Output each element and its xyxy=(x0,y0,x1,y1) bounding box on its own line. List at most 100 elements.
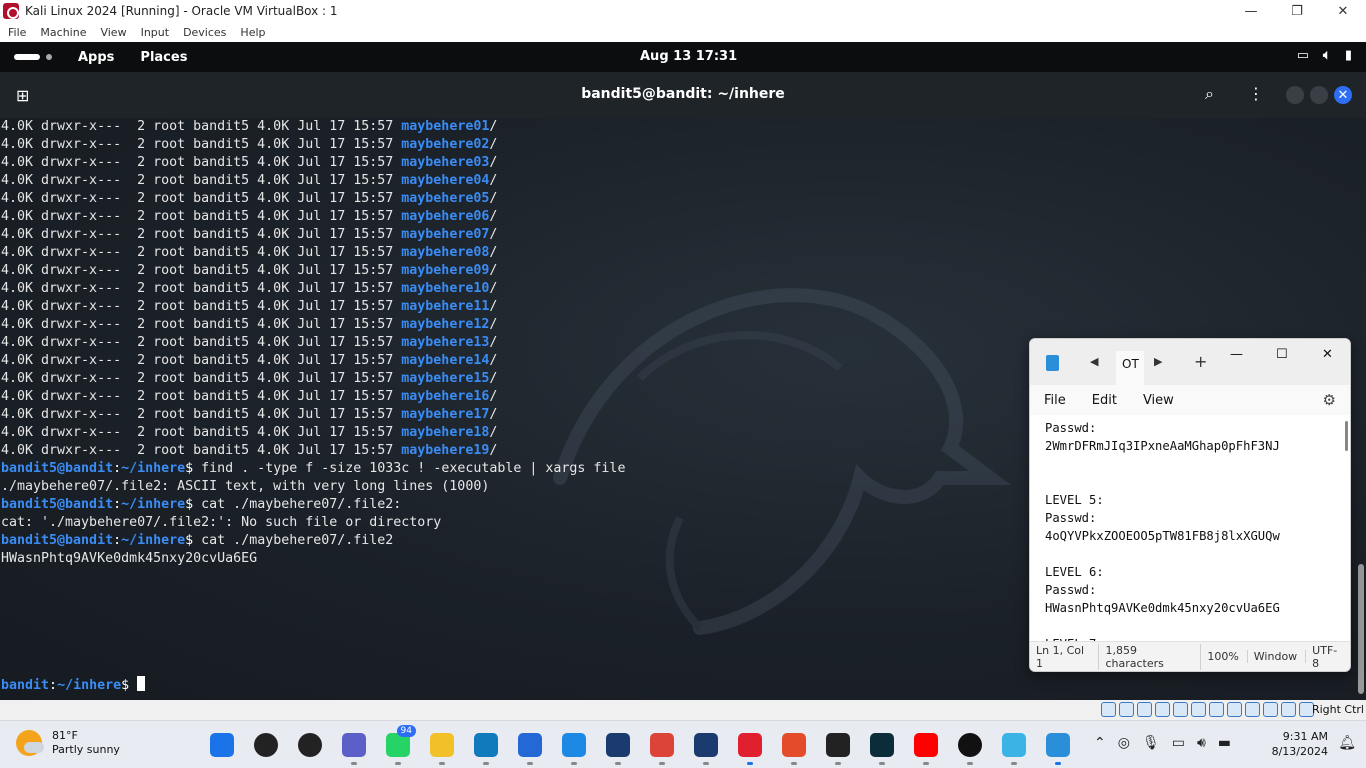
listing-prefix: 4.0K drwxr-x--- 2 root bandit5 4.0K Jul … xyxy=(1,317,402,332)
meet-taskbar-button[interactable] xyxy=(332,729,376,765)
listing-row: 4.0K drwxr-x--- 2 root bandit5 4.0K Jul … xyxy=(1,173,498,188)
search-icon[interactable]: ⌕ xyxy=(1205,84,1214,104)
screen-icon[interactable]: ▭ xyxy=(1297,48,1309,63)
listing-prefix: 4.0K drwxr-x--- 2 root bandit5 4.0K Jul … xyxy=(1,335,402,350)
menu-input[interactable]: Input xyxy=(141,26,169,39)
network-icon[interactable] xyxy=(1155,702,1170,717)
minimize-button[interactable]: — xyxy=(1228,0,1274,22)
windows-taskbar: 81°F Partly sunny 94 ⌃ ◎ 🎙︎ ▭ 🔊︎ ▬ 9:31 … xyxy=(0,720,1366,768)
new-tab-button[interactable]: + xyxy=(1194,352,1207,371)
notepad-menu-file[interactable]: File xyxy=(1044,393,1066,408)
app-b-taskbar-button[interactable] xyxy=(860,729,904,765)
places-menu[interactable]: Places xyxy=(140,50,187,65)
workspace-indicator-icon[interactable] xyxy=(14,54,40,60)
directory-name: maybehere06 xyxy=(401,209,490,224)
terminal-output: 4.0K drwxr-x--- 2 root bandit5 4.0K Jul … xyxy=(1,118,625,568)
opera-taskbar-button[interactable] xyxy=(728,729,772,765)
menu-view[interactable]: View xyxy=(100,26,126,39)
maximize-dot-icon[interactable] xyxy=(1310,86,1328,104)
youtube-taskbar-button[interactable] xyxy=(904,729,948,765)
store-taskbar-button[interactable] xyxy=(508,729,552,765)
vscode-taskbar-button[interactable] xyxy=(552,729,596,765)
command-output: ./maybehere07/.file2: ASCII text, with v… xyxy=(1,479,490,494)
obs-icon xyxy=(826,733,850,757)
restore-button[interactable]: ❐ xyxy=(1274,0,1320,22)
command-line: bandit5@bandit:~/inhere$ cat ./maybehere… xyxy=(1,497,402,512)
settings-gear-icon[interactable]: ⚙ xyxy=(1323,391,1336,409)
taskbar-clock[interactable]: 9:31 AM 8/13/2024 xyxy=(1272,729,1328,759)
optical-drive-icon[interactable] xyxy=(1119,702,1134,717)
current-prompt[interactable]: bandit:~/inhere$ xyxy=(1,676,146,695)
directory-name: maybehere17 xyxy=(401,407,490,422)
edge-taskbar-button[interactable] xyxy=(464,729,508,765)
listing-prefix: 4.0K drwxr-x--- 2 root bandit5 4.0K Jul … xyxy=(1,425,402,440)
chrome-taskbar-button[interactable] xyxy=(640,729,684,765)
encoding[interactable]: UTF-8 xyxy=(1306,644,1350,670)
apps-menu[interactable]: Apps xyxy=(78,50,114,65)
menu-devices[interactable]: Devices xyxy=(183,26,226,39)
listing-prefix: 4.0K drwxr-x--- 2 root bandit5 4.0K Jul … xyxy=(1,353,402,368)
panel-clock[interactable]: Aug 13 17:31 xyxy=(640,49,737,64)
workspace-dot-icon[interactable] xyxy=(46,54,52,60)
zoom-level[interactable]: 100% xyxy=(1201,650,1248,663)
audio-icon[interactable] xyxy=(1137,702,1152,717)
menu-file[interactable]: File xyxy=(8,26,26,39)
tab-scroll-left-icon[interactable]: ◀ xyxy=(1090,355,1098,368)
minimize-dot-icon[interactable] xyxy=(1286,86,1304,104)
search-taskbar-button[interactable] xyxy=(244,729,288,761)
menu-machine[interactable]: Machine xyxy=(40,26,86,39)
close-button[interactable]: ✕ xyxy=(1320,0,1366,22)
speaker-icon[interactable]: 🔊︎ xyxy=(1197,735,1206,751)
directory-name: maybehere07 xyxy=(401,227,490,242)
usb-icon[interactable] xyxy=(1173,702,1188,717)
notepad-editor[interactable]: Passwd: 2WmrDFRmJIq3IPxneAaMGhap0pFhF3NJ… xyxy=(1030,415,1350,641)
notepad-close-icon[interactable]: ✕ xyxy=(1322,347,1333,362)
file-explorer-taskbar-button[interactable] xyxy=(420,729,464,765)
notepad-maximize-icon[interactable]: ☐ xyxy=(1276,347,1288,362)
shared-folder-icon[interactable] xyxy=(1191,702,1206,717)
notepad-taskbar-button[interactable] xyxy=(1036,729,1080,765)
battery-tray-icon[interactable]: ▬ xyxy=(1218,735,1231,751)
task-view-taskbar-button[interactable] xyxy=(288,729,332,761)
notepad-scrollbar[interactable] xyxy=(1345,421,1348,451)
notepad-tab[interactable]: OT xyxy=(1116,351,1144,385)
tab-scroll-right-icon[interactable]: ▶ xyxy=(1154,355,1162,368)
directory-name: maybehere04 xyxy=(401,173,490,188)
prompt-user: bandit5@bandit xyxy=(1,461,114,476)
weather-widget[interactable]: 81°F Partly sunny xyxy=(16,729,120,757)
notepad-menu-view[interactable]: View xyxy=(1143,393,1174,408)
network-tray-icon[interactable]: ◎ xyxy=(1118,735,1130,751)
recording-icon[interactable] xyxy=(1227,702,1242,717)
app-v-taskbar-button[interactable] xyxy=(992,729,1036,765)
prompt-path: ~/inhere xyxy=(121,497,186,512)
guest-additions-icon[interactable] xyxy=(1263,702,1278,717)
volume-icon[interactable]: 🔈︎ xyxy=(1323,48,1331,63)
wps-taskbar-button[interactable] xyxy=(772,729,816,765)
chevron-up-icon[interactable]: ⌃ xyxy=(1094,735,1106,751)
virtualbox-2-taskbar-button[interactable] xyxy=(684,729,728,765)
notepad-icon xyxy=(1046,733,1070,757)
cpu-icon[interactable] xyxy=(1245,702,1260,717)
hdd-icon[interactable] xyxy=(1101,702,1116,717)
mouse-integration-icon[interactable] xyxy=(1281,702,1296,717)
display-icon[interactable] xyxy=(1209,702,1224,717)
listing-prefix: 4.0K drwxr-x--- 2 root bandit5 4.0K Jul … xyxy=(1,299,402,314)
running-indicator xyxy=(1055,762,1061,765)
menu-help[interactable]: Help xyxy=(240,26,265,39)
display-tray-icon[interactable]: ▭ xyxy=(1172,735,1185,751)
start-taskbar-button[interactable] xyxy=(200,729,244,761)
battery-icon[interactable]: ▮ xyxy=(1345,48,1352,63)
whatsapp-taskbar-button[interactable]: 94 xyxy=(376,725,420,765)
system-tray: ⌃ ◎ 🎙︎ ▭ 🔊︎ ▬ xyxy=(1094,735,1231,751)
menu-kebab-icon[interactable]: ⋮ xyxy=(1248,84,1264,103)
microphone-icon[interactable]: 🎙︎ xyxy=(1142,735,1160,751)
terminal-scrollbar[interactable] xyxy=(1358,564,1364,694)
notepad-menu-edit[interactable]: Edit xyxy=(1092,393,1117,408)
line-ending[interactable]: Window xyxy=(1248,650,1307,663)
virtualbox-taskbar-button[interactable] xyxy=(596,729,640,765)
notepad-minimize-icon[interactable]: — xyxy=(1230,347,1243,362)
close-dot-icon[interactable]: ✕ xyxy=(1334,86,1352,104)
capcut-taskbar-button[interactable] xyxy=(948,729,992,765)
obs-taskbar-button[interactable] xyxy=(816,729,860,765)
notification-bell-icon[interactable]: 🔔︎ xyxy=(1338,735,1356,751)
